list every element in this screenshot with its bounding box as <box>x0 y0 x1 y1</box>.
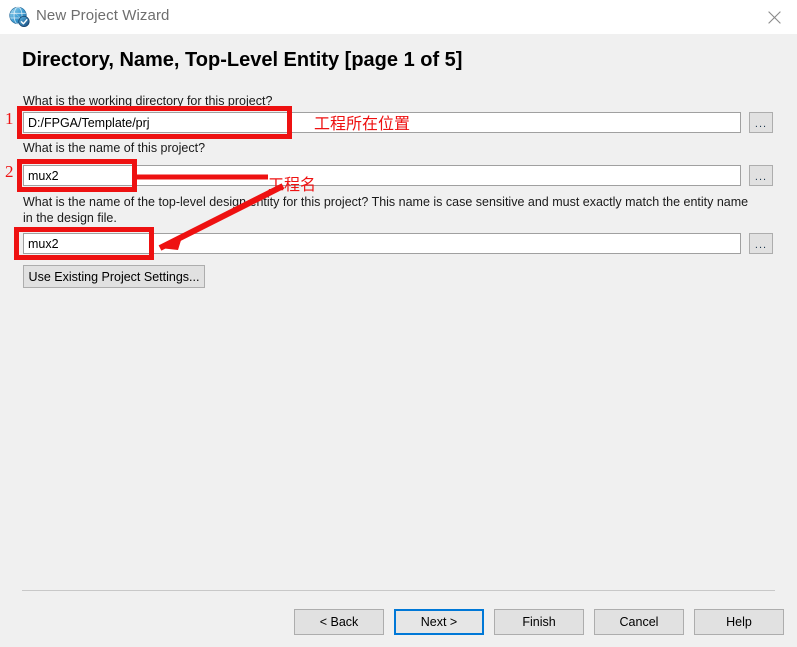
use-existing-project-settings-button[interactable]: Use Existing Project Settings... <box>23 265 205 288</box>
top-level-entity-label: What is the name of the top-level design… <box>23 195 749 225</box>
back-button[interactable]: < Back <box>294 609 384 635</box>
close-icon[interactable] <box>751 0 797 34</box>
window-title: New Project Wizard <box>36 7 170 24</box>
wizard-page: Directory, Name, Top-Level Entity [page … <box>0 34 797 647</box>
top-level-entity-browse-button[interactable]: ... <box>749 233 773 254</box>
close-x-glyph <box>767 10 781 24</box>
annotation-text-project-location: 工程所在位置 <box>314 116 411 133</box>
help-button[interactable]: Help <box>694 609 784 635</box>
page-title: Directory, Name, Top-Level Entity [page … <box>22 49 463 71</box>
annotation-number-1: 1 <box>5 109 14 128</box>
title-bar: New Project Wizard <box>0 0 797 34</box>
annotation-number-2: 2 <box>5 162 14 181</box>
ellipsis-icon: ... <box>754 117 768 130</box>
ellipsis-icon: ... <box>754 238 768 251</box>
working-directory-label: What is the working directory for this p… <box>23 94 273 108</box>
top-level-entity-input[interactable]: mux2 <box>23 233 741 254</box>
globe-wizard-icon <box>8 6 30 28</box>
cancel-button[interactable]: Cancel <box>594 609 684 635</box>
finish-button[interactable]: Finish <box>494 609 584 635</box>
project-name-input[interactable]: mux2 <box>23 165 741 186</box>
project-name-label: What is the name of this project? <box>23 141 206 155</box>
new-project-wizard-window: New Project Wizard Directory, Name, Top-… <box>0 0 797 647</box>
footer-divider <box>22 590 775 591</box>
ellipsis-icon: ... <box>754 170 768 183</box>
annotation-text-project-name: 工程名 <box>268 177 317 194</box>
project-name-browse-button[interactable]: ... <box>749 165 773 186</box>
working-directory-browse-button[interactable]: ... <box>749 112 773 133</box>
next-button[interactable]: Next > <box>394 609 484 635</box>
